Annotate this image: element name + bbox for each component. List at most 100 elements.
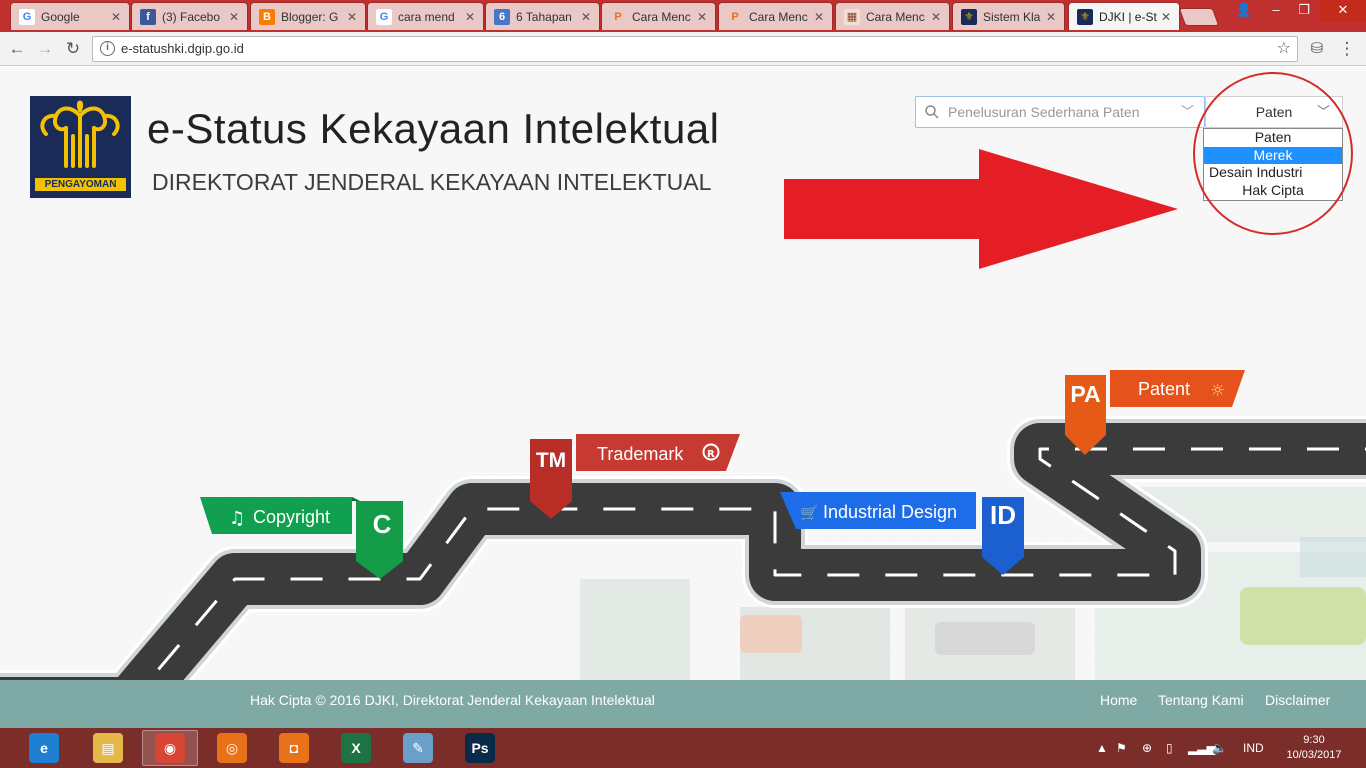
copyright-code: C <box>372 509 392 539</box>
copyright-label[interactable]: Copyright <box>253 507 330 528</box>
camera-icon: ◘ <box>279 733 309 763</box>
taskbar-app[interactable]: X <box>328 730 384 766</box>
browser-tab[interactable]: f (3) Facebo ✕ <box>131 2 248 30</box>
search-input[interactable]: Penelusuran Sederhana Paten ﹀ <box>915 96 1205 128</box>
site-info-icon[interactable]: i <box>100 41 115 56</box>
browser-tab[interactable]: ▦ Cara Menc ✕ <box>835 2 950 30</box>
url-text: e-statushki.dgip.go.id <box>121 41 244 56</box>
screen: G Google ✕ f (3) Facebo ✕ B Blogger: G ✕ Gcara me… <box>0 0 1366 768</box>
reload-button[interactable]: ↻ <box>62 38 84 60</box>
tab-favicon-icon: B <box>259 8 275 25</box>
clock-time: 9:30 <box>1303 734 1325 746</box>
browser-tab[interactable]: B Blogger: G ✕ <box>250 2 366 30</box>
bookmark-star-icon[interactable]: ☆ <box>1277 37 1291 61</box>
tab-favicon-icon: f <box>140 8 156 25</box>
search-placeholder: Penelusuran Sederhana Paten <box>948 104 1140 120</box>
svg-text:R: R <box>707 449 715 460</box>
tab-title: (3) Facebo <box>162 9 221 24</box>
address-bar[interactable]: i e-statushki.dgip.go.id ☆ <box>92 36 1298 62</box>
maximize-button[interactable]: ❐ <box>1290 0 1318 22</box>
industrial-design-code: ID <box>990 500 1016 530</box>
patent-code: PA <box>1070 381 1101 407</box>
browser-tab[interactable]: P Cara Menc ✕ <box>601 2 716 30</box>
photoshop-icon: Ps <box>465 733 495 763</box>
tab-favicon-icon: P <box>727 8 743 25</box>
cart-icon: 🛒 <box>800 504 819 522</box>
tray-device-icon[interactable]: ▯ <box>1166 741 1173 755</box>
extension-icon[interactable]: ⛁ <box>1306 38 1328 60</box>
tab-close-icon[interactable]: ✕ <box>345 10 359 24</box>
tab-title: Cara Menc <box>632 9 691 24</box>
tab-title: DJKI | e-St <box>1099 9 1157 24</box>
browser-tab[interactable]: P Cara Menc ✕ <box>718 2 833 30</box>
tab-favicon-icon: G <box>376 8 392 25</box>
browser-tab[interactable]: 6 6 Tahapan ✕ <box>485 2 600 30</box>
tab-title: Cara Menc <box>749 9 808 24</box>
browser-toolbar: ← → ↻ i e-statushki.dgip.go.id ☆ ⛁ ⋮ <box>0 32 1366 66</box>
tray-language[interactable]: IND <box>1243 741 1264 755</box>
taskbar-app[interactable]: e <box>16 730 72 766</box>
red-arrow-annotation <box>784 149 1178 269</box>
tab-title: Cara Menc <box>866 9 925 24</box>
clock-date: 10/03/2017 <box>1286 749 1342 761</box>
tab-close-icon[interactable]: ✕ <box>579 10 593 24</box>
tray-network-app-icon[interactable]: ⊕ <box>1142 741 1152 755</box>
new-tab-button[interactable] <box>1178 8 1220 26</box>
tab-close-icon[interactable]: ✕ <box>695 10 709 24</box>
taskbar-app[interactable]: ✎ <box>390 730 446 766</box>
browser-tab[interactable]: G Google ✕ <box>10 2 130 30</box>
taskbar-app[interactable]: Ps <box>452 730 508 766</box>
footer-link-home[interactable]: Home <box>1100 692 1137 708</box>
taskbar-app[interactable]: ◘ <box>266 730 322 766</box>
taskbar-app[interactable]: ▤ <box>80 730 136 766</box>
lightbulb-icon: ☼ <box>1210 381 1225 401</box>
tab-close-icon[interactable]: ✕ <box>929 10 943 24</box>
tray-volume-icon[interactable]: 🔈 <box>1212 741 1227 755</box>
tab-favicon-icon: ⚜ <box>1077 8 1093 25</box>
tab-favicon-icon: P <box>610 8 626 25</box>
taskbar-clock[interactable]: 9:30 10/03/2017 <box>1284 733 1344 763</box>
tab-favicon-icon: ⚜ <box>961 8 977 25</box>
tab-close-icon[interactable]: ✕ <box>227 10 241 24</box>
taskbar-app[interactable]: ◎ <box>204 730 260 766</box>
tab-title: cara mend <box>398 9 455 24</box>
tab-favicon-icon: ▦ <box>844 8 860 25</box>
tray-chevron-icon[interactable]: ▲ <box>1096 741 1108 755</box>
menu-icon[interactable]: ⋮ <box>1336 38 1358 60</box>
paint-icon: ✎ <box>403 733 433 763</box>
minimize-button[interactable]: – <box>1262 0 1290 22</box>
tab-close-icon[interactable]: ✕ <box>1044 10 1058 24</box>
forward-button[interactable]: → <box>34 38 56 60</box>
tab-title: Blogger: G <box>281 9 339 24</box>
back-button[interactable]: ← <box>6 38 28 60</box>
page-content: PENGAYOMAN e-Status Kekayaan Intelektual… <box>0 67 1366 728</box>
footer-link-disclaimer[interactable]: Disclaimer <box>1265 692 1330 708</box>
red-circle-annotation <box>1193 72 1353 235</box>
browser-tab[interactable]: Gcara mend ✕ <box>367 2 484 30</box>
tab-close-icon[interactable]: ✕ <box>109 10 123 24</box>
tab-close-icon[interactable]: ✕ <box>812 10 826 24</box>
industrial-design-label[interactable]: Industrial Design <box>823 502 957 523</box>
screen-capture-icon: ◎ <box>217 733 247 763</box>
patent-label[interactable]: Patent <box>1138 379 1190 400</box>
tab-title: Sistem Kla <box>983 9 1041 24</box>
excel-icon: X <box>341 733 371 763</box>
trademark-label[interactable]: Trademark <box>597 444 683 465</box>
browser-tab-strip: G Google ✕ f (3) Facebo ✕ B Blogger: G ✕ Gcara me… <box>0 0 1366 32</box>
footer-link-tentang-kami[interactable]: Tentang Kami <box>1158 692 1244 708</box>
browser-tab[interactable]: ⚜ Sistem Kla ✕ <box>952 2 1065 30</box>
tab-close-icon[interactable]: ✕ <box>463 10 477 24</box>
chevron-down-icon: ﹀ <box>1180 104 1194 119</box>
user-icon[interactable]: 👤 <box>1230 0 1258 22</box>
footer-copyright: Hak Cipta © 2016 DJKI, Direktorat Jender… <box>250 692 655 708</box>
file-explorer-icon: ▤ <box>93 733 123 763</box>
windows-taskbar: e ▤ ◉ ◎ ◘ X ✎ Ps ▲ ⚑ ⊕ ▯ ▂▃▅ 🔈 IND <box>0 728 1366 768</box>
tray-flag-icon[interactable]: ⚑ <box>1116 741 1127 755</box>
search-icon <box>925 105 939 119</box>
tab-title: 6 Tahapan <box>516 9 572 24</box>
tab-close-icon[interactable]: ✕ <box>1159 10 1173 24</box>
trademark-code: TM <box>535 449 567 472</box>
close-window-button[interactable]: ✕ <box>1320 0 1366 22</box>
browser-tab[interactable]: ⚜ DJKI | e-St ✕ <box>1068 2 1180 30</box>
taskbar-app[interactable]: ◉ <box>142 730 198 766</box>
